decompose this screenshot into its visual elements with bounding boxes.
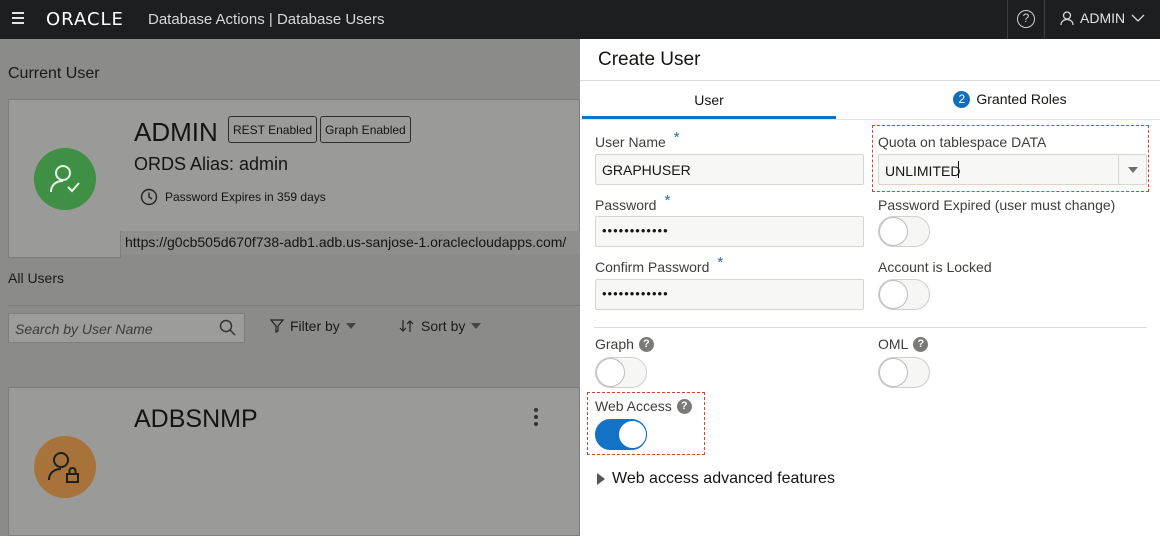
sort-button[interactable]: Sort by — [399, 318, 482, 334]
password-label-text: Password — [595, 196, 657, 213]
required-mark: * — [673, 129, 680, 146]
highlight-box-web-access — [587, 392, 705, 455]
ords-alias: ORDS Alias: admin — [134, 154, 289, 174]
search-input[interactable]: Search by User Name — [8, 313, 245, 343]
roles-count-badge: 2 — [953, 90, 971, 108]
tab-user[interactable]: User — [582, 81, 836, 119]
oracle-logo: ORACLE — [46, 9, 124, 30]
divider — [8, 305, 580, 306]
confirm-password-field[interactable]: •••••••••••• — [595, 279, 864, 310]
toggle-knob — [596, 358, 625, 387]
graph-label-text: Graph — [595, 336, 634, 352]
confirm-password-label-text: Confirm Password — [595, 258, 710, 275]
username-field[interactable]: GRAPHUSER — [595, 154, 864, 185]
panel-title: Create User — [598, 49, 701, 70]
username-label: User Name * — [595, 129, 680, 150]
graph-toggle[interactable] — [595, 357, 647, 388]
divider — [1044, 0, 1045, 39]
divider — [1007, 0, 1008, 39]
toggle-knob — [879, 280, 908, 309]
current-user-heading: Current User — [8, 65, 100, 82]
tab-granted-roles-label: Granted Roles — [976, 91, 1067, 107]
app-title: Database Actions | Database Users — [148, 11, 385, 28]
tab-granted-roles[interactable]: 2 Granted Roles — [900, 81, 1120, 117]
create-user-panel: Create User User 2 Granted Roles User Na… — [580, 39, 1160, 536]
user-menu-label: ADMIN — [1080, 10, 1126, 26]
user-check-icon — [50, 165, 80, 193]
adbsnmp-avatar — [34, 436, 96, 498]
admin-username: ADMIN — [134, 117, 218, 147]
caret-down-icon — [345, 323, 356, 329]
account-locked-label: Account is Locked — [878, 259, 992, 275]
oml-label: OML ? — [878, 336, 929, 352]
search-icon[interactable] — [219, 319, 236, 336]
web-access-advanced-toggle[interactable]: Web access advanced features — [597, 470, 835, 488]
user-icon — [1060, 10, 1074, 25]
help-icon[interactable]: ? — [638, 336, 654, 352]
more-actions-icon[interactable] — [534, 408, 540, 429]
highlight-box-quota — [872, 125, 1149, 192]
confirm-password-label: Confirm Password * — [595, 254, 723, 275]
user-menu[interactable]: ADMIN — [1060, 10, 1145, 26]
required-mark: * — [717, 254, 724, 271]
divider — [580, 119, 1160, 120]
help-icon[interactable]: ? — [1017, 10, 1035, 28]
password-field[interactable]: •••••••••••• — [595, 216, 864, 247]
oml-label-text: OML — [878, 336, 909, 352]
password-label: Password * — [595, 192, 670, 213]
top-bar: ORACLE Database Actions | Database Users… — [0, 0, 1160, 39]
sort-icon — [399, 320, 414, 332]
ords-url[interactable]: https://g0cb505d670f738-adb1.adb.us-sanj… — [121, 231, 580, 254]
username-label-text: User Name — [595, 133, 666, 150]
web-access-advanced-label: Web access advanced features — [612, 470, 835, 487]
admin-avatar — [34, 148, 96, 210]
clock-icon — [140, 188, 158, 206]
password-expiry-text: Password Expires in 359 days — [165, 190, 326, 204]
password-expired-label: Password Expired (user must change) — [878, 197, 1116, 213]
divider — [594, 327, 1147, 328]
password-expired-toggle[interactable] — [878, 216, 930, 247]
oml-toggle[interactable] — [878, 357, 930, 388]
required-mark: * — [664, 192, 671, 209]
filter-button[interactable]: Filter by — [270, 318, 356, 334]
graph-label: Graph ? — [595, 336, 654, 352]
sort-label: Sort by — [421, 318, 466, 334]
expand-triangle-icon — [597, 473, 605, 485]
rest-enabled-badge: REST Enabled — [228, 116, 318, 143]
help-icon[interactable]: ? — [913, 336, 929, 352]
toggle-knob — [879, 358, 908, 387]
user-lock-icon — [48, 452, 79, 483]
caret-down-icon — [471, 323, 482, 329]
search-placeholder: Search by User Name — [15, 321, 153, 337]
toggle-knob — [879, 217, 908, 246]
account-locked-toggle[interactable] — [878, 279, 930, 310]
user-card-name: ADBSNMP — [134, 405, 258, 433]
filter-label: Filter by — [290, 318, 340, 334]
graph-enabled-badge: Graph Enabled — [320, 116, 411, 143]
filter-icon — [270, 319, 284, 333]
chevron-down-icon — [1131, 14, 1145, 22]
all-users-heading: All Users — [8, 270, 65, 286]
hamburger-menu-icon[interactable] — [12, 12, 24, 24]
password-expiry: Password Expires in 359 days — [140, 188, 326, 206]
